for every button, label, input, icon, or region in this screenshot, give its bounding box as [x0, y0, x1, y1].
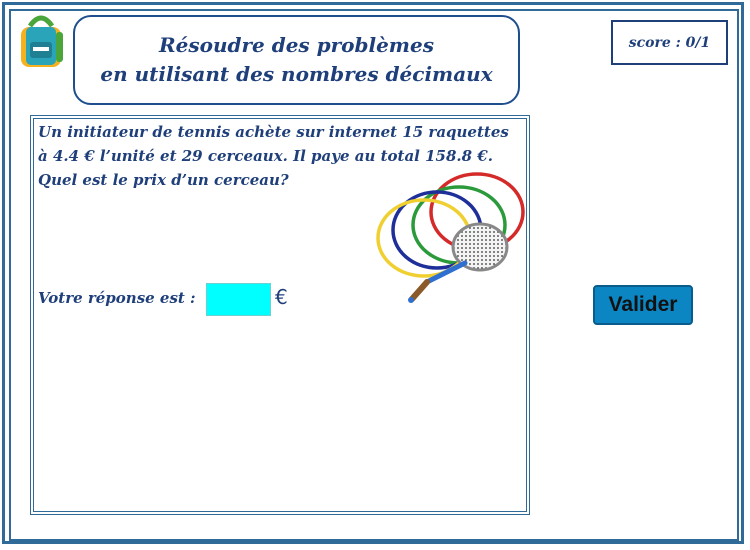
page-title: Résoudre des problèmes en utilisant des …	[73, 15, 520, 105]
hoops-and-racket-illustration	[376, 172, 525, 303]
score-label: score : 0/1	[628, 34, 711, 51]
euro-symbol: €	[275, 285, 288, 309]
page-title-line2: en utilisant des nombres décimaux	[100, 62, 493, 86]
answer-input[interactable]	[206, 283, 271, 316]
answer-label: Votre réponse est :	[38, 289, 196, 307]
problem-line1: Un initiateur de tennis achète sur inter…	[38, 123, 509, 141]
backpack-icon	[21, 15, 63, 67]
page-title-line1: Résoudre des problèmes	[159, 33, 434, 57]
validate-button[interactable]: Valider	[593, 285, 693, 325]
problem-line2: à 4.4 € l’unité et 29 cerceaux. Il paye …	[38, 147, 493, 165]
score-box: score : 0/1	[611, 20, 728, 65]
